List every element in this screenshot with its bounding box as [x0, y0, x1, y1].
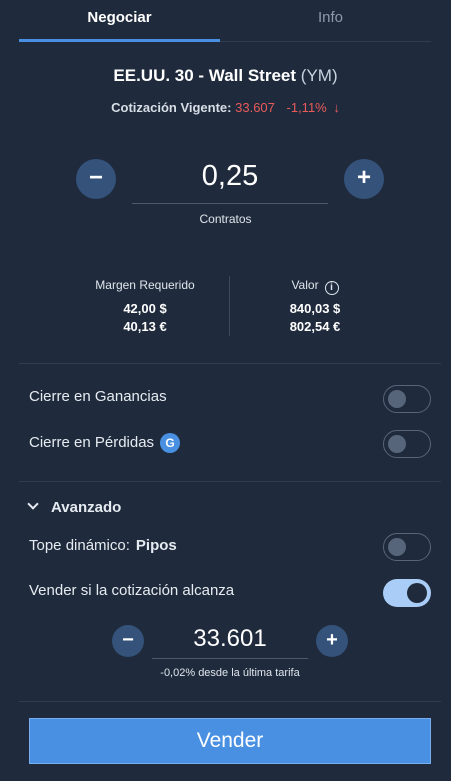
margin-usd: 42,00 $: [123, 301, 167, 316]
active-tab-indicator: [19, 39, 220, 42]
increase-quantity-button[interactable]: +: [344, 159, 384, 199]
section-divider: [19, 701, 441, 702]
stop-loss-label: Cierre en Pérdidas: [29, 434, 155, 451]
arrow-down-icon: ↓: [333, 100, 340, 115]
tab-info[interactable]: Info: [230, 0, 431, 42]
value-label: Valor: [291, 278, 319, 292]
limit-order-toggle[interactable]: [383, 579, 431, 607]
quote-label: Cotización Vigente:: [111, 100, 232, 115]
toggle-knob: [388, 435, 406, 453]
trailing-stop-toggle[interactable]: [383, 533, 431, 561]
guaranteed-badge-icon[interactable]: G: [160, 433, 181, 453]
tab-bar: Negociar Info: [0, 0, 451, 42]
value-header: Valor i: [240, 278, 390, 295]
toggle-knob: [388, 538, 406, 556]
sell-button[interactable]: Vender: [29, 718, 431, 764]
value-usd: 840,03 $: [289, 301, 341, 316]
decrease-price-button[interactable]: −: [112, 625, 144, 657]
trailing-stop-label: Tope dinámico:: [29, 537, 130, 554]
limit-order-label: Vender si la cotización alcanza: [29, 582, 235, 599]
margin-label: Margen Requerido: [95, 278, 195, 292]
advanced-label: Avanzado: [51, 499, 122, 516]
toggle-knob: [388, 390, 406, 408]
quantity-underline: [132, 203, 328, 204]
price-distance-note: -0,02% desde la última tarifa: [160, 667, 300, 679]
value-eur: 802,54 €: [289, 319, 341, 334]
take-profit-toggle[interactable]: [383, 385, 431, 413]
decrease-quantity-button[interactable]: −: [76, 159, 116, 199]
quote-change: -1,11%: [286, 100, 327, 115]
advanced-toggle[interactable]: Avanzado: [27, 498, 122, 516]
chevron-down-icon: [27, 498, 39, 510]
instrument-name: EE.UU. 30 - Wall Street: [113, 66, 297, 85]
position-value: Valor i 840,03 $ 802,54 €: [240, 278, 390, 336]
instrument-title: EE.UU. 30 - Wall Street (YM): [0, 66, 451, 86]
price-underline: [152, 658, 308, 659]
quantity-label: Contratos: [199, 212, 252, 226]
limit-price-input[interactable]: 33.601: [152, 625, 308, 653]
trailing-stop-unit: Pipos: [135, 537, 177, 554]
current-quote: Cotización Vigente: 33.607 -1,11% ↓: [0, 100, 451, 115]
instrument-code: (YM): [300, 66, 338, 85]
quote-price: 33.607: [235, 100, 275, 115]
stop-loss-row: Cierre en Pérdidas G: [29, 433, 181, 453]
metrics-divider: [229, 276, 230, 336]
margin-required: Margen Requerido 42,00 $ 40,13 €: [70, 278, 220, 336]
info-circle-icon[interactable]: i: [324, 281, 339, 295]
tab-negociar[interactable]: Negociar: [19, 0, 220, 42]
increase-price-button[interactable]: +: [316, 625, 348, 657]
margin-eur: 40,13 €: [123, 319, 167, 334]
section-divider: [19, 363, 441, 364]
section-divider: [19, 481, 441, 482]
quantity-input[interactable]: 0,25: [132, 160, 328, 193]
trailing-stop-row: Tope dinámico: Pipos: [29, 537, 177, 554]
toggle-knob: [407, 583, 427, 603]
stop-loss-toggle[interactable]: [383, 430, 431, 458]
take-profit-label: Cierre en Ganancias: [29, 388, 167, 405]
